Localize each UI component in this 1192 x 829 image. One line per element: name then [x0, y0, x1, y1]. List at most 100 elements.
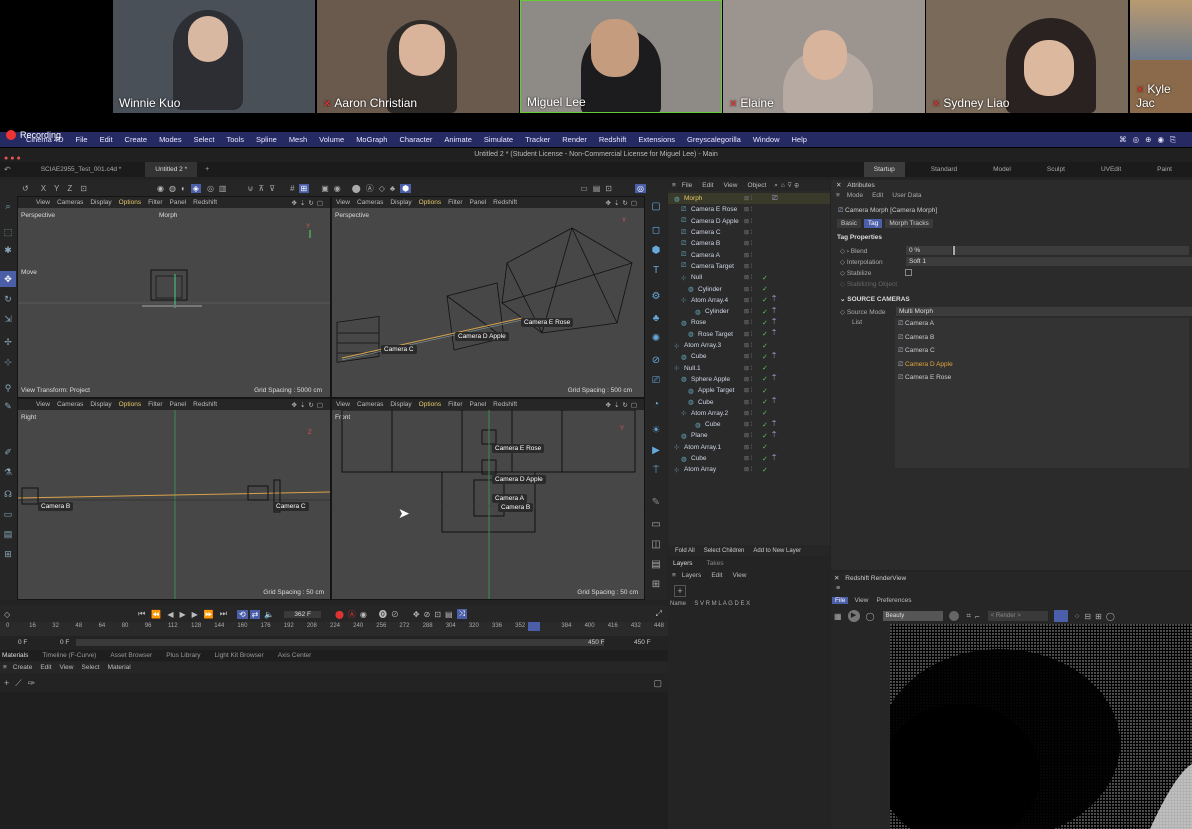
camera-list[interactable]: [895, 318, 1189, 468]
mat-menu-create[interactable]: Create: [13, 664, 33, 671]
bounce-icon[interactable]: ⇄: [249, 609, 261, 619]
object-list-item[interactable]: ⎚ Camera B ⊠ ⁞: [668, 238, 830, 249]
rv-menu-preferences[interactable]: Preferences: [876, 597, 911, 604]
enabled-check-icon[interactable]: ✓: [762, 387, 768, 395]
vp-menu-display[interactable]: Display: [390, 199, 411, 206]
enabled-check-icon[interactable]: ✓: [762, 364, 768, 372]
timeline-ruler[interactable]: 0 16 32 48 64 80 96 112 128 144 160 176 192 208 224 240…: [0, 622, 668, 636]
enabled-check-icon[interactable]: ✓: [762, 308, 768, 316]
object-icons[interactable]: ⬤Ⓐ◇♣: [352, 183, 400, 194]
vp-menu-filter[interactable]: Filter: [448, 199, 462, 206]
enabled-check-icon[interactable]: ✓: [762, 296, 768, 304]
viewport-perspective-right[interactable]: View Cameras Display Options Filter Pane…: [331, 196, 645, 398]
visibility-flags[interactable]: ⊠ ⁞: [744, 240, 752, 247]
visibility-flags[interactable]: ⊠ ⁞: [744, 387, 752, 394]
enabled-check-icon[interactable]: ✓: [762, 342, 768, 350]
object-list-item[interactable]: ⎚ Camera E Rose ⊠ ⁞: [668, 204, 830, 215]
menu-help[interactable]: Help: [792, 135, 807, 144]
source-camera-item[interactable]: ⎚ Camera E Rose: [898, 374, 951, 382]
menu-extensions[interactable]: Extensions: [638, 135, 675, 144]
keyframe-icon[interactable]: ◇: [4, 610, 10, 619]
save-icon[interactable]: ▦: [834, 612, 842, 621]
menu-mograph[interactable]: MoGraph: [356, 135, 387, 144]
tab-materials[interactable]: Materials: [2, 652, 28, 659]
attr-menu-edit[interactable]: Edit: [872, 192, 883, 199]
grab-icon[interactable]: ☊: [0, 486, 16, 502]
expand-icon[interactable]: ⤢: [656, 609, 662, 619]
sound-icon[interactable]: 🔈: [264, 610, 274, 619]
aov-select[interactable]: Beauty: [882, 611, 943, 621]
visibility-flags[interactable]: ⊠ ⁞: [744, 466, 752, 473]
key-mode-icons[interactable]: ⓿⊘: [379, 609, 403, 620]
end-frame-field[interactable]: 450 F: [634, 639, 651, 646]
text-icon[interactable]: T: [647, 262, 665, 280]
object-list-item[interactable]: ◍ Cylinder ⊠ ⁞ ✓ ⍑: [668, 306, 830, 317]
tag-icon[interactable]: ⍑: [772, 432, 776, 440]
play-render-icon[interactable]: ▶: [847, 610, 860, 622]
visibility-flags[interactable]: ⊠ ⁞: [744, 455, 752, 462]
viewport-perspective-left[interactable]: View Cameras Display Options Filter Pane…: [17, 196, 331, 398]
object-list-item[interactable]: ⎚ Camera A ⊠ ⁞: [668, 250, 830, 261]
vp-menu-filter[interactable]: Filter: [148, 401, 162, 408]
object-list-item[interactable]: ⎚ Camera C ⊠ ⁞: [668, 227, 830, 238]
attr-tab-basic[interactable]: Basic: [837, 219, 861, 228]
participant-tile[interactable]: ✕ Aaron Christian: [317, 0, 519, 113]
render-select[interactable]: < Render >: [987, 611, 1048, 621]
mograph-icon[interactable]: ⚙: [647, 288, 665, 306]
select-children-button[interactable]: Select Children: [704, 548, 745, 554]
menu-file[interactable]: File: [76, 135, 88, 144]
menu-character[interactable]: Character: [399, 135, 432, 144]
enabled-check-icon[interactable]: ✓: [762, 375, 768, 383]
materials-area[interactable]: [0, 692, 668, 829]
vp-menu-display[interactable]: Display: [90, 199, 111, 206]
menu-spline[interactable]: Spline: [256, 135, 277, 144]
keyset-icon[interactable]: ◉: [360, 610, 367, 619]
tab-plus-library[interactable]: Plus Library: [166, 652, 200, 659]
visibility-flags[interactable]: ⊠ ⁞: [744, 286, 752, 293]
object-list-item[interactable]: ⊹ Atom Array ⊠ ⁞ ✓: [668, 464, 830, 475]
tag-icon[interactable]: ⍑: [772, 398, 776, 406]
undo-icon[interactable]: ↺: [22, 184, 29, 193]
view-split-icon[interactable]: ◫: [647, 536, 665, 554]
object-list-item[interactable]: ◍ Sphere Apple ⊠ ⁞ ✓ ⍑: [668, 374, 830, 385]
vp-nav-icons[interactable]: ✥⇣↻▢: [606, 199, 640, 207]
grid-icon[interactable]: #: [290, 184, 294, 193]
coord-y[interactable]: Y: [54, 184, 59, 193]
layout-single-icon[interactable]: ▭: [0, 506, 16, 522]
visibility-flags[interactable]: ⊠ ⁞: [744, 365, 752, 372]
viewport-right[interactable]: View Cameras Display Options Filter Pane…: [17, 398, 331, 600]
viewport-front[interactable]: View Cameras Display Options Filter Pane…: [331, 398, 645, 600]
enabled-check-icon[interactable]: ✓: [762, 432, 768, 440]
coord-z[interactable]: Z: [67, 184, 72, 193]
attr-menu-userdata[interactable]: User Data: [892, 192, 921, 199]
layers-menu-view[interactable]: View: [733, 572, 747, 579]
visibility-flags[interactable]: ⊠ ⁞: [744, 410, 752, 417]
effector-icon[interactable]: ♣: [647, 310, 665, 328]
spline-icon[interactable]: ◻: [647, 222, 665, 240]
rv-menu-view[interactable]: View: [854, 597, 868, 604]
vp-menu-display[interactable]: Display: [390, 401, 411, 408]
scale-icon[interactable]: ⇲: [0, 311, 16, 327]
tag-icon[interactable]: ⍑: [772, 421, 776, 429]
transform-icon[interactable]: ✢: [0, 334, 16, 350]
view-quad-icon[interactable]: ⊞: [647, 576, 665, 594]
axis-icon[interactable]: ⊹: [0, 354, 16, 370]
redshift-icon[interactable]: ◎: [635, 183, 646, 193]
menu-greyscalegorilla[interactable]: Greyscalegorilla: [687, 135, 741, 144]
playhead[interactable]: [527, 622, 540, 631]
visibility-flags[interactable]: ⊠ ⁞: [744, 376, 752, 383]
vp-nav-icons[interactable]: ✥⇣↻▢: [606, 401, 640, 409]
om-search-icon[interactable]: ⌕⌂⊽⊕: [774, 182, 801, 190]
object-list-item[interactable]: ⊹ Null.1 ⊠ ⁞ ✓: [668, 363, 830, 374]
vp-menu-options[interactable]: Options: [119, 199, 141, 206]
vp-menu-cameras[interactable]: Cameras: [357, 199, 383, 206]
menu-icon[interactable]: ≡: [672, 572, 676, 579]
source-camera-item[interactable]: ⎚ Camera B: [898, 334, 934, 342]
rotate-icon[interactable]: ↻: [0, 291, 16, 307]
knife-icon[interactable]: ✎: [0, 398, 16, 414]
play-icon[interactable]: ▶: [179, 610, 185, 619]
visibility-flags[interactable]: ⊠ ⁞: [744, 319, 752, 326]
object-list-item[interactable]: ⊹ Null ⊠ ⁞ ✓: [668, 272, 830, 283]
search-icon[interactable]: ⌕: [0, 198, 16, 214]
renderview-menu-icon[interactable]: ≡: [836, 585, 840, 592]
